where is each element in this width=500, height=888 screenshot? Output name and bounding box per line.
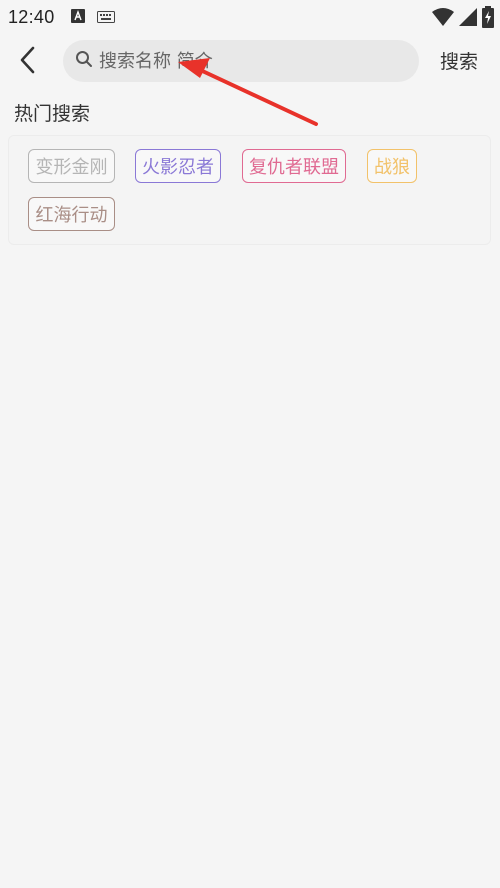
- screen: 12:40 搜索名称 简介 搜索 热门搜索 变形金刚 火影忍者 复仇者联盟 战狼…: [0, 0, 500, 888]
- status-bar: 12:40: [0, 0, 500, 34]
- hot-tag[interactable]: 复仇者联盟: [242, 149, 346, 183]
- search-icon: [75, 50, 93, 72]
- status-time: 12:40: [8, 6, 55, 27]
- annotation-arrow: [178, 58, 318, 126]
- hot-tag[interactable]: 红海行动: [28, 197, 115, 231]
- search-input[interactable]: [99, 50, 399, 72]
- search-submit-button[interactable]: 搜索: [440, 47, 478, 74]
- status-left-icons: [70, 8, 115, 27]
- a-notification-icon: [70, 8, 85, 27]
- hot-tag[interactable]: 战狼: [367, 149, 417, 183]
- hot-tag[interactable]: 变形金刚: [28, 149, 115, 183]
- hot-search-panel: 变形金刚 火影忍者 复仇者联盟 战狼 红海行动: [8, 135, 491, 245]
- hot-tag[interactable]: 火影忍者: [135, 149, 221, 183]
- keyboard-icon: [96, 8, 115, 27]
- status-right-icons: [432, 6, 494, 32]
- hot-search-title: 热门搜索: [14, 103, 91, 125]
- chevron-left-icon: [19, 46, 37, 78]
- battery-icon: [482, 6, 494, 32]
- search-box[interactable]: [63, 40, 419, 82]
- back-button[interactable]: [8, 42, 48, 82]
- wifi-icon: [432, 7, 454, 31]
- search-header: 搜索: [0, 34, 500, 90]
- signal-icon: [458, 7, 478, 31]
